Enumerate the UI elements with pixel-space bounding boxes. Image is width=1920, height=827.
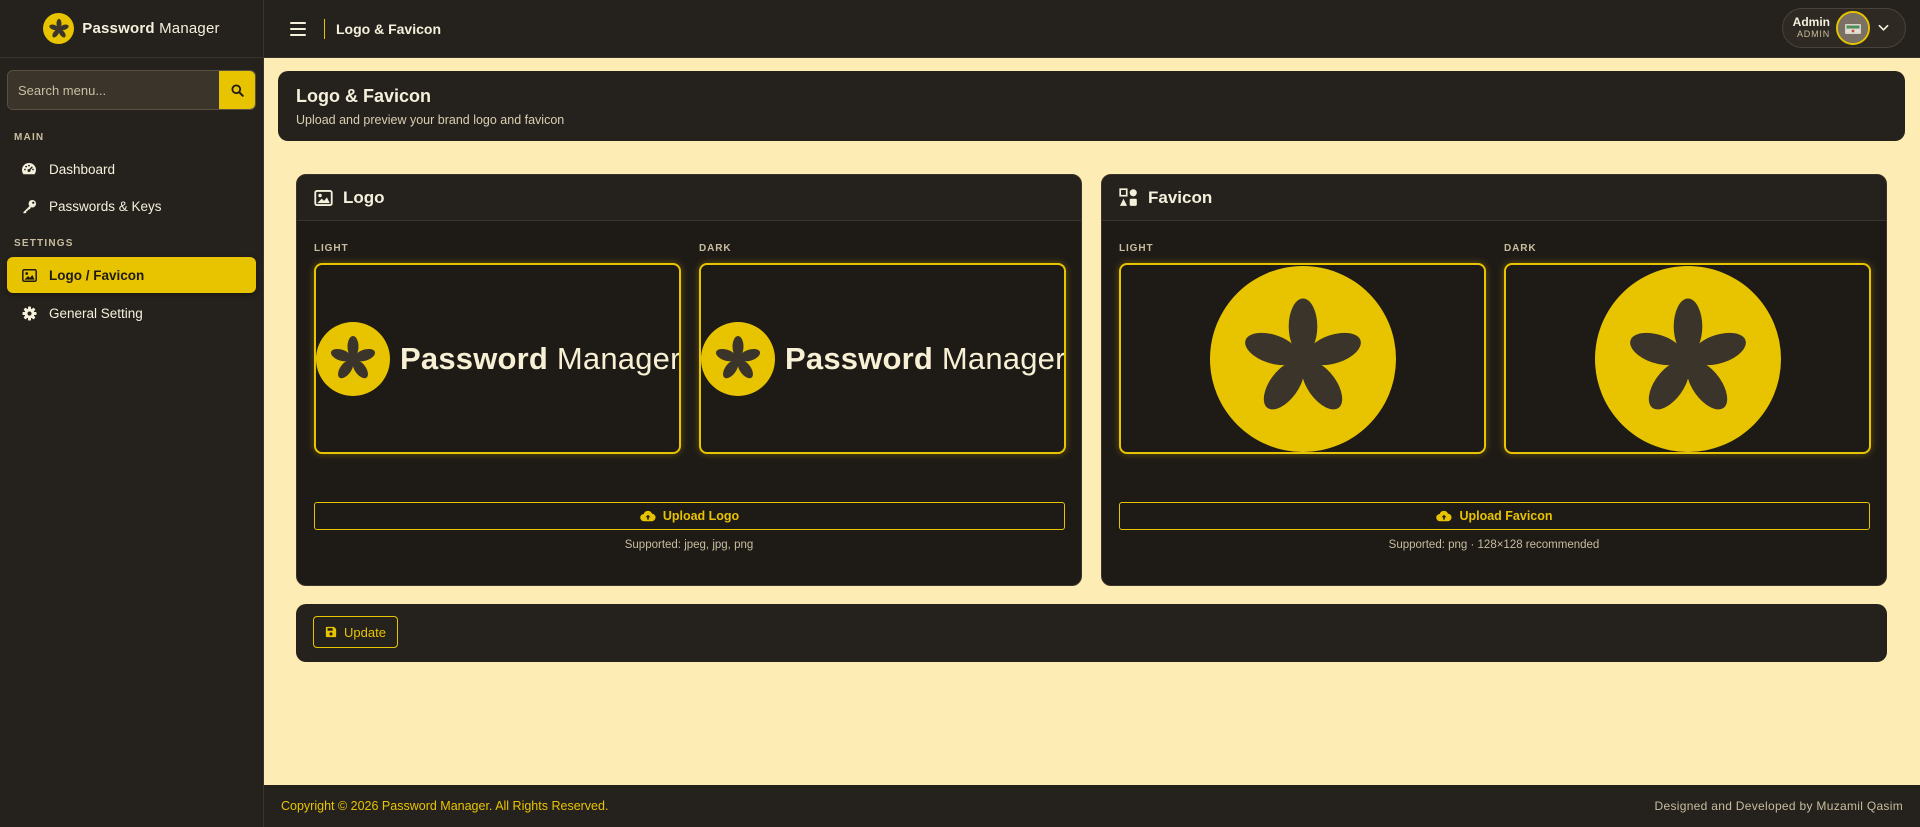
menu-toggle-icon[interactable]	[290, 21, 306, 36]
logo-asterisk-icon	[316, 321, 390, 396]
upload-logo-button[interactable]: Upload Logo	[314, 502, 1065, 530]
logo-dark-preview[interactable]: Password Manager	[699, 263, 1066, 454]
search-icon	[230, 83, 244, 97]
search-button[interactable]	[219, 71, 255, 109]
favicon-asterisk-icon	[1594, 265, 1781, 452]
logo-light-preview[interactable]: Password Manager	[314, 263, 681, 454]
nav-section-settings: SETTINGS	[14, 238, 74, 249]
update-bar: Update	[296, 604, 1887, 662]
favicon-supported-formats: Supported: png · 128×128 recommended	[1388, 539, 1600, 551]
favicon-dark-preview[interactable]	[1504, 263, 1871, 454]
page-header: Logo & Favicon Upload and preview your b…	[278, 71, 1905, 141]
favicon-light-preview[interactable]	[1119, 263, 1486, 454]
nav-section-main: MAIN	[14, 132, 45, 143]
image-icon	[314, 189, 333, 206]
upload-favicon-label: Upload Favicon	[1459, 509, 1553, 523]
logo-dark-image: Password Manager	[701, 321, 1066, 396]
shapes-icon	[1119, 188, 1137, 206]
user-names: Admin ADMIN	[1792, 16, 1830, 40]
key-icon	[21, 198, 37, 214]
update-label: Update	[344, 624, 386, 640]
logo-light-label: LIGHT	[314, 243, 349, 254]
footer-copyright: Copyright © 2026 Password Manager. All R…	[281, 799, 609, 813]
logo-wordmark-light: Manager	[556, 340, 681, 376]
chevron-down-icon	[1878, 24, 1889, 31]
logo-light-image: Password Manager	[316, 321, 681, 396]
logo-card-header: Logo	[297, 175, 1081, 221]
page-subtitle: Upload and preview your brand logo and f…	[296, 113, 565, 127]
topbar-divider	[324, 18, 325, 39]
avatar	[1836, 11, 1870, 45]
cloud-upload-icon	[640, 510, 656, 522]
user-name: Admin	[1792, 15, 1830, 29]
sidebar-item-label: Logo / Favicon	[49, 267, 145, 283]
sidebar-item-general-setting[interactable]: General Setting	[7, 295, 256, 331]
sidebar-item-passwords-keys[interactable]: Passwords & Keys	[7, 188, 256, 224]
logo-wordmark-light: Manager	[941, 340, 1066, 376]
sidebar-search	[7, 70, 256, 110]
sidebar-item-label: Dashboard	[49, 161, 116, 177]
user-role: ADMIN	[1797, 29, 1830, 39]
sidebar-item-label: General Setting	[49, 305, 143, 321]
footer-credit: Designed and Developed by Muzamil Qasim	[1654, 799, 1903, 813]
user-menu[interactable]: Admin ADMIN	[1782, 8, 1906, 48]
favicon-asterisk-icon	[1209, 265, 1396, 452]
upload-favicon-button[interactable]: Upload Favicon	[1119, 502, 1870, 530]
brand-logo[interactable]: Password Manager	[0, 0, 263, 58]
sidebar-item-logo-favicon[interactable]: Logo / Favicon	[7, 257, 256, 293]
update-button[interactable]: Update	[313, 616, 398, 648]
brand-name-bold: Password	[82, 20, 155, 37]
favicon-light-label: LIGHT	[1119, 243, 1154, 254]
avatar-image-icon	[1838, 13, 1868, 43]
dashboard-gauge-icon	[21, 161, 37, 177]
gear-icon	[21, 305, 37, 321]
save-icon	[325, 626, 337, 638]
brand-asterisk-icon	[43, 13, 75, 44]
sidebar-item-label: Passwords & Keys	[49, 198, 162, 214]
brand-name: Password Manager	[82, 20, 219, 37]
logo-card-title: Logo	[343, 187, 385, 207]
logo-wordmark-bold: Password	[785, 340, 934, 376]
cloud-upload-icon	[1436, 510, 1452, 522]
logo-wordmark: Password Manager	[785, 340, 1066, 377]
logo-dark-label: DARK	[699, 243, 732, 254]
logo-supported-formats: Supported: jpeg, jpg, png	[624, 539, 754, 551]
sidebar: Password Manager MAIN Dashboard	[0, 0, 264, 827]
favicon-card: Favicon LIGHT DARK Upload Favicon Suppor…	[1101, 174, 1887, 586]
sidebar-item-dashboard[interactable]: Dashboard	[7, 151, 256, 187]
favicon-dark-label: DARK	[1504, 243, 1537, 254]
topbar-title: Logo & Favicon	[336, 20, 441, 37]
page-title: Logo & Favicon	[296, 86, 431, 106]
logo-wordmark-bold: Password	[400, 340, 549, 376]
search-menu-input[interactable]	[8, 71, 219, 109]
logo-wordmark: Password Manager	[400, 340, 681, 377]
topbar: Logo & Favicon Admin ADMIN	[264, 0, 1920, 58]
image-icon	[21, 267, 37, 283]
upload-logo-label: Upload Logo	[662, 509, 740, 523]
brand-name-light: Manager	[159, 20, 220, 37]
footer: Copyright © 2026 Password Manager. All R…	[264, 785, 1920, 827]
logo-asterisk-icon	[701, 321, 775, 396]
favicon-card-header: Favicon	[1102, 175, 1886, 221]
logo-card: Logo LIGHT DARK Password Manager Passwor…	[296, 174, 1082, 586]
favicon-card-title: Favicon	[1148, 187, 1213, 207]
